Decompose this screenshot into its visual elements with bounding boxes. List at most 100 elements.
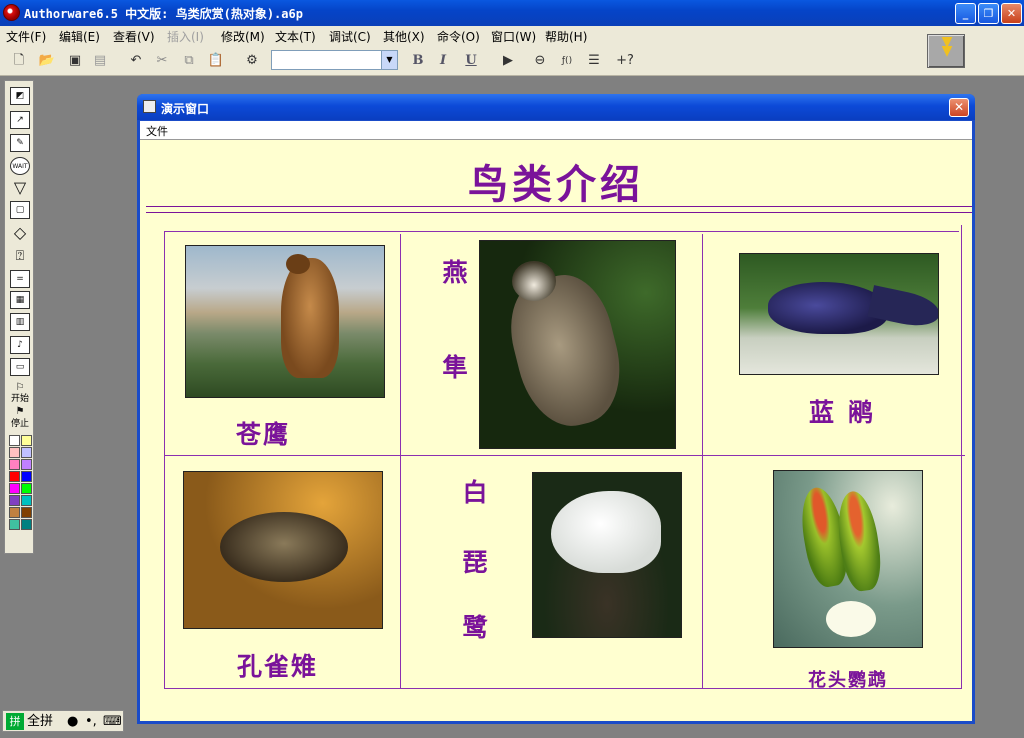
close-button[interactable]: ✕ bbox=[1001, 3, 1022, 24]
color-swatch[interactable] bbox=[9, 519, 20, 530]
bird-name-blue-pheasant[interactable]: 蓝鹇 bbox=[809, 393, 887, 429]
stop-flag-label: 停止 bbox=[10, 419, 29, 429]
color-swatch[interactable] bbox=[21, 507, 32, 518]
import-icon[interactable]: ▤ bbox=[90, 51, 110, 71]
knowledge-objects-button[interactable]: ▼ ▼ bbox=[927, 34, 965, 68]
italic-button[interactable]: I bbox=[433, 51, 453, 71]
color-swatch[interactable] bbox=[9, 447, 20, 458]
minimize-button[interactable]: _ bbox=[955, 3, 976, 24]
menu-insert[interactable]: 插入(I) bbox=[167, 28, 204, 45]
presentation-menu-file[interactable]: 文件 bbox=[146, 123, 168, 139]
undo-icon[interactable]: ↶ bbox=[126, 51, 146, 71]
ime-punctuation-toggle[interactable]: •, bbox=[85, 713, 97, 730]
run-icon[interactable]: ▶ bbox=[498, 51, 518, 71]
chevron-down-icon[interactable]: ▼ bbox=[381, 51, 397, 69]
font-select[interactable]: ▼ bbox=[271, 50, 398, 70]
map-icon[interactable]: ▦ bbox=[10, 291, 30, 309]
bold-button[interactable]: B bbox=[408, 51, 428, 71]
color-swatch[interactable] bbox=[9, 471, 20, 482]
authorware-logo-icon bbox=[3, 4, 20, 21]
color-swatch[interactable] bbox=[9, 459, 20, 470]
functions-icon[interactable]: ƒ() bbox=[557, 51, 577, 71]
spoonbill-photo[interactable] bbox=[532, 472, 682, 638]
display-icon[interactable]: ◩ bbox=[10, 87, 30, 105]
motion-icon[interactable]: ↗ bbox=[10, 111, 30, 129]
cut-icon[interactable]: ✂ bbox=[152, 51, 172, 71]
menu-help[interactable]: 帮助(H) bbox=[545, 28, 587, 45]
color-swatch[interactable] bbox=[9, 495, 20, 506]
toolbar: 🗋 📂 ▣ ▤ ↶ ✂ ⧉ 📋 ⚙ B I U ▶ ⊖ ƒ() ☰ +? bbox=[0, 46, 1024, 76]
erase-icon[interactable]: ✎ bbox=[10, 134, 30, 152]
color-swatch[interactable] bbox=[21, 495, 32, 506]
interaction-icon[interactable]: ⍰ bbox=[10, 247, 30, 265]
control-panel-icon[interactable]: ⊖ bbox=[530, 51, 550, 71]
menu-view[interactable]: 查看(V) bbox=[113, 28, 155, 45]
menu-window[interactable]: 窗口(W) bbox=[491, 28, 536, 45]
falcon-photo[interactable] bbox=[479, 240, 676, 449]
help-pointer-button[interactable]: +? bbox=[615, 51, 635, 71]
menu-debug[interactable]: 调试(C) bbox=[329, 28, 371, 45]
color-swatch[interactable] bbox=[21, 459, 32, 470]
menu-file[interactable]: 文件(F) bbox=[6, 28, 46, 45]
bird-name-falcon-char-1[interactable]: 燕 bbox=[440, 260, 470, 285]
bird-name-spoonbill-char-1[interactable]: 白 bbox=[460, 480, 490, 505]
grid-divider-vertical-2 bbox=[702, 234, 703, 689]
bird-name-goshawk[interactable]: 苍鹰 bbox=[236, 415, 290, 451]
menu-bar: 文件(F) 编辑(E) 查看(V) 插入(I) 修改(M) 文本(T) 调试(C… bbox=[0, 26, 1024, 46]
color-swatch[interactable] bbox=[21, 435, 32, 446]
presentation-close-button[interactable]: ✕ bbox=[949, 98, 969, 117]
color-swatch[interactable] bbox=[9, 507, 20, 518]
ime-halfwidth-toggle[interactable]: ● bbox=[67, 713, 78, 730]
find-icon[interactable]: ⚙ bbox=[242, 51, 262, 71]
menu-other[interactable]: 其他(X) bbox=[383, 28, 425, 45]
bird-name-peacock-pheasant[interactable]: 孔雀雉 bbox=[237, 647, 318, 683]
color-swatch[interactable] bbox=[21, 471, 32, 482]
underline-button[interactable]: U bbox=[461, 51, 481, 71]
bird-name-falcon-char-2[interactable]: 隼 bbox=[440, 355, 470, 380]
save-all-icon[interactable]: ▣ bbox=[65, 51, 85, 71]
maximize-button[interactable]: ❐ bbox=[978, 3, 999, 24]
grid-border-right bbox=[961, 225, 962, 689]
bird-name-spoonbill-char-2[interactable]: 琵 bbox=[460, 550, 490, 575]
title-divider-top bbox=[146, 206, 972, 207]
new-file-icon[interactable]: 🗋 bbox=[9, 51, 29, 71]
grid-border-left bbox=[164, 231, 165, 689]
bird-name-parakeet[interactable]: 花头鹦鹉 bbox=[808, 666, 888, 692]
sound-icon[interactable]: ♪ bbox=[10, 336, 30, 354]
app-title-bar[interactable]: Authorware6.5 中文版: 鸟类欣赏(热对象).a6p _ ❐ ✕ bbox=[0, 0, 1024, 26]
color-swatch[interactable] bbox=[9, 435, 20, 446]
presentation-title-bar[interactable]: 演示窗口 ✕ bbox=[137, 94, 975, 120]
menu-edit[interactable]: 编辑(E) bbox=[59, 28, 100, 45]
color-swatch[interactable] bbox=[21, 483, 32, 494]
variables-icon[interactable]: ☰ bbox=[584, 51, 604, 71]
grid-divider-horizontal bbox=[164, 455, 965, 456]
keyboard-icon[interactable]: ⌨ bbox=[103, 713, 122, 730]
framework-icon[interactable]: ▢ bbox=[10, 201, 30, 219]
paste-icon[interactable]: 📋 bbox=[206, 51, 226, 71]
video-icon[interactable]: ▭ bbox=[10, 358, 30, 376]
calculation-icon[interactable]: = bbox=[10, 270, 30, 288]
color-swatch[interactable] bbox=[9, 483, 20, 494]
digital-movie-icon[interactable]: ▥ bbox=[10, 313, 30, 331]
blue-pheasant-photo[interactable] bbox=[739, 253, 939, 375]
menu-text[interactable]: 文本(T) bbox=[275, 28, 316, 45]
wait-icon[interactable]: WAIT bbox=[10, 157, 30, 175]
color-swatch[interactable] bbox=[21, 447, 32, 458]
ime-mode[interactable]: 全拼 bbox=[27, 713, 53, 730]
menu-command[interactable]: 命令(O) bbox=[437, 28, 480, 45]
open-file-icon[interactable]: 📂 bbox=[37, 51, 57, 71]
goshawk-photo[interactable] bbox=[185, 245, 385, 398]
bird-name-spoonbill-char-3[interactable]: 鹭 bbox=[460, 615, 490, 640]
color-swatch[interactable] bbox=[21, 519, 32, 530]
copy-icon[interactable]: ⧉ bbox=[179, 51, 199, 71]
falcon-head-shape bbox=[512, 261, 556, 301]
ime-logo-icon[interactable]: 拼 bbox=[6, 713, 24, 730]
peacock-pheasant-bird-shape bbox=[220, 512, 348, 582]
goshawk-head-shape bbox=[286, 254, 310, 274]
goshawk-bird-shape bbox=[281, 258, 339, 378]
parakeet-photo[interactable] bbox=[773, 470, 923, 648]
navigate-icon[interactable]: ▽ bbox=[10, 179, 30, 197]
decision-icon[interactable]: ◇ bbox=[10, 224, 30, 242]
peacock-pheasant-photo[interactable] bbox=[183, 471, 383, 629]
menu-modify[interactable]: 修改(M) bbox=[221, 28, 265, 45]
